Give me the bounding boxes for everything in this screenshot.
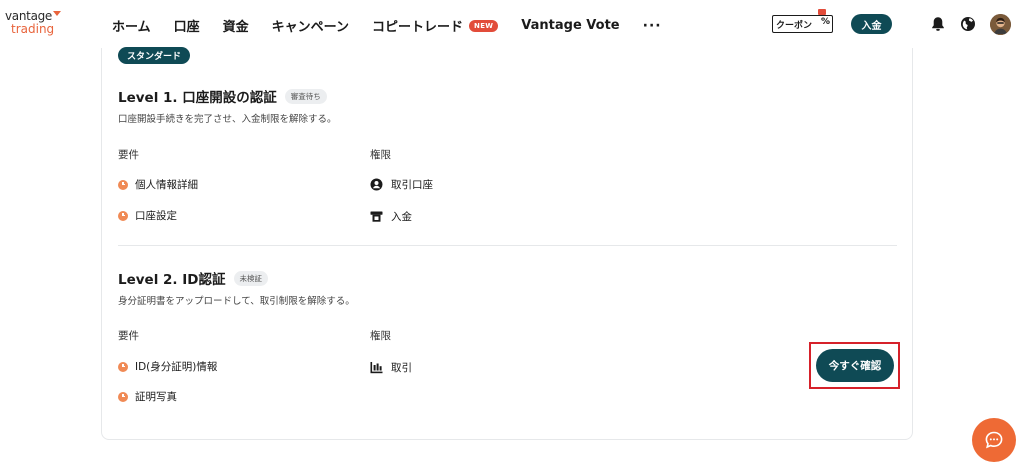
- level1-requirement-item: 口座設定: [118, 208, 177, 223]
- logo-line1: vantage: [5, 9, 53, 23]
- permission-label: 取引口座: [391, 179, 433, 191]
- nav-accounts[interactable]: 口座: [174, 16, 200, 35]
- nav-copy-trade-label: コピートレード: [372, 20, 464, 35]
- bell-icon[interactable]: [929, 15, 947, 33]
- nav-home[interactable]: ホーム: [112, 16, 151, 35]
- trading-chart-icon: [370, 362, 383, 374]
- level1-requirement-item: 個人情報詳細: [118, 177, 198, 192]
- level1-title: Level 1. 口座開設の認証: [118, 90, 277, 106]
- level2-permissions-heading: 権限: [370, 330, 391, 342]
- coupon-label: クーポン: [776, 20, 813, 31]
- logo-line2: trading: [11, 22, 55, 36]
- deposit-button[interactable]: 入金: [851, 14, 892, 34]
- level1-permission-item: 入金: [370, 209, 412, 224]
- level1-requirements-heading: 要件: [118, 149, 139, 161]
- chat-bubble-icon: [985, 431, 1003, 449]
- confirm-highlight-box: 今すぐ確認: [809, 342, 900, 389]
- pending-clock-icon: [118, 391, 128, 402]
- globe-icon[interactable]: [959, 15, 977, 33]
- gift-ribbon-icon: [818, 9, 826, 15]
- pending-clock-icon: [118, 361, 128, 372]
- level1-permissions-heading: 権限: [370, 149, 391, 161]
- level2-requirement-item: 証明写真: [118, 389, 177, 404]
- requirement-label: 証明写真: [135, 391, 177, 403]
- chat-support-button[interactable]: [972, 418, 1016, 462]
- permission-label: 入金: [391, 211, 412, 223]
- nav-more-button[interactable]: ···: [643, 18, 662, 34]
- deposit-atm-icon: [370, 211, 383, 222]
- coupon-percent: %: [820, 17, 830, 27]
- verify-now-button[interactable]: 今すぐ確認: [816, 349, 894, 382]
- requirement-label: ID(身分証明)情報: [135, 361, 218, 373]
- trading-account-icon: [370, 178, 383, 191]
- logo-mark-icon: [53, 11, 62, 16]
- avatar-portrait-icon: [990, 14, 1011, 35]
- pending-clock-icon: [118, 210, 128, 221]
- nav-campaigns[interactable]: キャンペーン: [272, 16, 349, 35]
- verification-card: [101, 20, 913, 440]
- level2-title: Level 2. ID認証: [118, 272, 226, 288]
- pending-clock-icon: [118, 179, 128, 190]
- coupon-button[interactable]: クーポン %: [772, 9, 833, 33]
- level2-title-row: Level 2. ID認証 未検証: [118, 268, 268, 288]
- new-badge: NEW: [469, 19, 499, 32]
- level1-description: 口座開設手続きを完了させ、入金制限を解除する。: [118, 114, 337, 125]
- level2-permission-item: 取引: [370, 360, 412, 375]
- avatar[interactable]: [990, 14, 1011, 35]
- level2-requirements-heading: 要件: [118, 330, 139, 342]
- nav-funds[interactable]: 資金: [223, 16, 249, 35]
- level2-requirement-item: ID(身分証明)情報: [118, 359, 217, 374]
- level1-permission-item: 取引口座: [370, 177, 433, 192]
- level2-status-badge: 未検証: [233, 270, 268, 286]
- level1-title-row: Level 1. 口座開設の認証 審査待ち: [118, 86, 327, 106]
- level-divider: [118, 245, 897, 246]
- main-nav: ホーム 口座 資金 キャンペーン コピートレード NEW Vantage Vot…: [112, 16, 662, 36]
- vantage-logo[interactable]: vantage trading: [5, 9, 62, 36]
- level2-description: 身分証明書をアップロードして、取引制限を解除する。: [118, 296, 355, 307]
- top-navigation: vantage trading ホーム 口座 資金 キャンペーン コピートレード…: [0, 0, 1024, 48]
- requirement-label: 口座設定: [135, 210, 177, 222]
- nav-vantage-vote[interactable]: Vantage Vote: [521, 18, 619, 33]
- requirement-label: 個人情報詳細: [135, 179, 198, 191]
- nav-copy-trade[interactable]: コピートレード NEW: [372, 16, 499, 35]
- account-type-tag: スタンダード: [118, 47, 191, 64]
- level1-status-badge: 審査待ち: [284, 88, 327, 104]
- permission-label: 取引: [391, 362, 412, 374]
